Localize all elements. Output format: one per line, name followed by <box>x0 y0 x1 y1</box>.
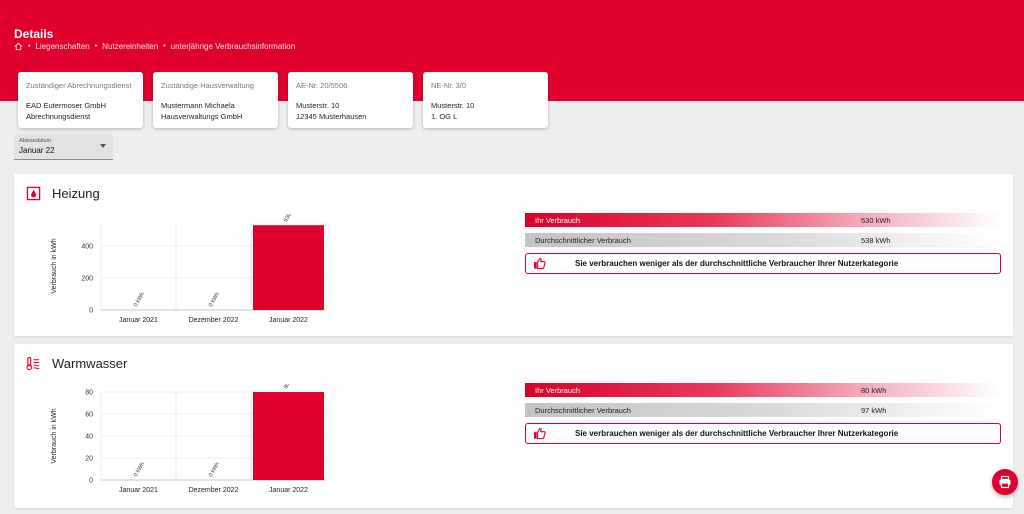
durchschnitt-bar: Durchschnittlicher Verbrauch 97 kWh <box>525 403 1001 417</box>
y-tick-label: 0 <box>89 308 93 315</box>
select-value: Januar 22 <box>19 146 55 155</box>
thumbs-up-icon <box>533 427 546 440</box>
data-label: 0 kWh <box>208 291 221 308</box>
bar-label: Ihr Verbrauch <box>535 215 581 225</box>
card-line: Abrechnungsdienst <box>26 112 91 121</box>
data-label: 80 kWh <box>283 384 298 390</box>
y-axis-label: Verbrauch in kWh <box>51 238 58 293</box>
breadcrumb-separator: • <box>28 43 31 50</box>
select-label: Ablesedatum <box>19 138 52 144</box>
card-hausverwaltung: Zuständige Hausverwaltung Mustermann Mic… <box>153 72 278 128</box>
radiator-icon <box>26 186 41 201</box>
heizung-panel: Heizung Verbrauch in kWh 0 200 400 0 kWh Janu… <box>14 174 1013 336</box>
y-tick-label: 20 <box>85 456 93 463</box>
thumbs-up-icon <box>533 257 546 270</box>
bar-value: 538 kWh <box>861 235 891 245</box>
bar-label: Durchschnittlicher Verbrauch <box>535 235 631 245</box>
warmwasser-panel: Warmwasser Verbrauch in kWh 0 20 40 60 80 0 kW… <box>14 344 1013 508</box>
heizung-comparison: Ihr Verbrauch 530 kWh Durchschnittlicher… <box>525 213 1001 274</box>
y-tick-label: 80 <box>85 390 93 397</box>
bar <box>253 225 324 310</box>
ihr-verbrauch-bar: Ihr Verbrauch 530 kWh <box>525 213 1001 227</box>
y-tick-label: 60 <box>85 412 93 419</box>
card-ae-nr: AE-Nr. 20/5506 Musterstr. 10 12345 Muste… <box>288 72 413 128</box>
y-tick-label: 400 <box>81 244 93 251</box>
y-axis-label: Verbrauch in kWh <box>51 408 58 463</box>
x-tick-label: Januar 2022 <box>269 317 308 324</box>
print-button[interactable] <box>992 469 1018 495</box>
x-tick-label: Januar 2022 <box>269 487 308 494</box>
card-line: EAD Eutermoser GmbH <box>26 101 107 110</box>
breadcrumb-item-current: unterjährige Verbrauchsinformation <box>170 42 296 51</box>
breadcrumb-separator: • <box>163 43 166 50</box>
warmwasser-chart: Verbrauch in kWh 0 20 40 60 80 0 kWh Januar 202… <box>51 384 327 494</box>
panel-title: Warmwasser <box>52 356 128 371</box>
ihr-verbrauch-bar: Ihr Verbrauch 80 kWh <box>525 383 1001 397</box>
bar-label: Durchschnittlicher Verbrauch <box>535 405 631 415</box>
card-label: Zuständiger Abrechnungsdienst <box>26 81 132 90</box>
breadcrumb: • Liegenschaften • Nutzereinheiten • unt… <box>14 42 295 51</box>
card-line: Musterstr. 10 <box>431 101 475 110</box>
page-title: Details <box>14 27 54 41</box>
print-icon <box>999 475 1011 489</box>
home-icon[interactable] <box>14 42 23 51</box>
card-ne-nr: NE-Nr. 3/0 Musterstr. 10 1. OG L <box>423 72 548 128</box>
breadcrumb-item-nutzereinheiten[interactable]: Nutzereinheiten <box>102 42 158 51</box>
ablesedatum-select[interactable]: Ablesedatum Januar 22 <box>14 134 113 160</box>
message-text: Sie verbrauchen weniger als der durchsch… <box>575 259 899 268</box>
durchschnitt-bar: Durchschnittlicher Verbrauch 538 kWh <box>525 233 1001 247</box>
breadcrumb-item-liegenschaften[interactable]: Liegenschaften <box>35 42 89 51</box>
heizung-chart: Verbrauch in kWh 0 200 400 0 kWh Januar 2021 0… <box>51 214 327 324</box>
data-label: 0 kWh <box>208 461 221 478</box>
y-tick-label: 200 <box>81 276 93 283</box>
x-tick-label: Dezember 2022 <box>189 487 239 494</box>
info-cards: Zuständiger Abrechnungsdienst EAD Euterm… <box>18 72 548 128</box>
data-label: 0 kWh <box>133 291 146 308</box>
card-line: Mustermann Michaela <box>161 101 235 110</box>
bar <box>253 392 324 480</box>
water-temperature-icon <box>26 356 40 371</box>
bar-value: 530 kWh <box>861 215 891 225</box>
chevron-down-icon <box>100 144 106 148</box>
card-label: AE-Nr. 20/5506 <box>296 81 348 90</box>
bar-label: Ihr Verbrauch <box>535 385 581 395</box>
card-label: Zuständige Hausverwaltung <box>161 81 254 90</box>
x-tick-label: Dezember 2022 <box>189 317 239 324</box>
message-text: Sie verbrauchen weniger als der durchsch… <box>575 429 899 438</box>
card-line: Musterstr. 10 <box>296 101 340 110</box>
card-line: Hausverwaltungs GmbH <box>161 112 243 121</box>
warmwasser-comparison: Ihr Verbrauch 80 kWh Durchschnittlicher … <box>525 383 1001 444</box>
comparison-message: Sie verbrauchen weniger als der durchsch… <box>525 423 1001 444</box>
data-label: 530 kWh <box>283 214 299 223</box>
y-tick-label: 0 <box>89 478 93 485</box>
x-tick-label: Januar 2021 <box>119 487 158 494</box>
breadcrumb-separator: • <box>94 43 98 50</box>
card-line: 1. OG L <box>431 112 458 121</box>
x-tick-label: Januar 2021 <box>119 317 158 324</box>
bar-value: 97 kWh <box>861 405 887 415</box>
panel-title: Heizung <box>52 186 100 201</box>
y-tick-label: 40 <box>85 434 93 441</box>
card-label: NE-Nr. 3/0 <box>431 81 467 90</box>
card-abrechnungsdienst: Zuständiger Abrechnungsdienst EAD Euterm… <box>18 72 143 128</box>
comparison-message: Sie verbrauchen weniger als der durchsch… <box>525 253 1001 274</box>
data-label: 0 kWh <box>133 461 146 478</box>
card-line: 12345 Musterhausen <box>296 112 367 121</box>
bar-value: 80 kWh <box>861 385 887 395</box>
